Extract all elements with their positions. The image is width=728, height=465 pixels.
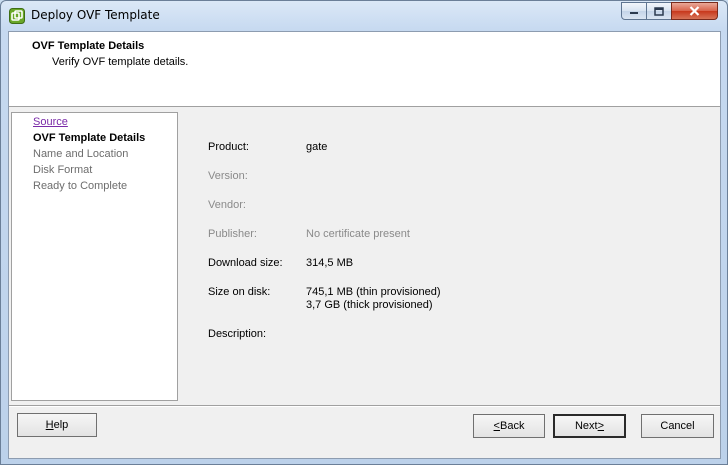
- vsphere-app-icon: [9, 8, 25, 24]
- header-title: OVF Template Details: [32, 40, 145, 52]
- help-button-post: elp: [53, 419, 69, 431]
- version-label: Version:: [208, 170, 248, 182]
- product-value: gate: [306, 141, 328, 153]
- cancel-button[interactable]: Cancel: [641, 414, 714, 438]
- title-bar[interactable]: Deploy OVF Template: [1, 1, 727, 31]
- deploy-ovf-dialog: Deploy OVF Template OVF Template Details…: [0, 0, 728, 465]
- back-button[interactable]: < Back: [473, 414, 545, 438]
- close-icon: [689, 6, 700, 16]
- step-disk-format: Disk Format: [33, 164, 93, 176]
- header-subtitle: Verify OVF template details.: [52, 56, 189, 68]
- help-button-key: H: [45, 419, 54, 431]
- step-name-and-location: Name and Location: [33, 148, 129, 160]
- step-ovf-template-details: OVF Template Details: [33, 132, 146, 144]
- next-button[interactable]: Next >: [553, 414, 626, 438]
- publisher-label: Publisher:: [208, 228, 257, 240]
- download-size-label: Download size:: [208, 257, 283, 269]
- vendor-label: Vendor:: [208, 199, 246, 211]
- step-source-link[interactable]: Source: [33, 116, 68, 128]
- maximize-icon: [654, 6, 664, 16]
- size-on-disk-thin-value: 745,1 MB (thin provisioned): [306, 286, 441, 298]
- footer-divider: [9, 405, 720, 407]
- dialog-body: OVF Template Details Verify OVF template…: [8, 31, 721, 459]
- size-on-disk-thick-value: 3,7 GB (thick provisioned): [306, 299, 433, 311]
- description-label: Description:: [208, 328, 267, 340]
- download-size-value: 314,5 MB: [306, 257, 354, 269]
- next-button-pre: Next: [574, 420, 598, 432]
- details-panel: Product: gate Version: Vendor: Publisher…: [180, 112, 715, 401]
- product-label: Product:: [208, 141, 249, 153]
- size-on-disk-label: Size on disk:: [208, 286, 271, 298]
- help-button[interactable]: Help: [17, 413, 97, 437]
- step-ready-to-complete: Ready to Complete: [33, 180, 128, 192]
- window-title: Deploy OVF Template: [31, 8, 160, 22]
- minimize-icon: [630, 12, 638, 14]
- minimize-button[interactable]: [621, 2, 647, 20]
- close-button[interactable]: [671, 2, 718, 20]
- wizard-header: OVF Template Details Verify OVF template…: [9, 32, 720, 107]
- back-button-post: Back: [499, 420, 525, 432]
- next-button-key: >: [597, 420, 605, 432]
- publisher-value: No certificate present: [306, 228, 410, 240]
- maximize-button[interactable]: [646, 2, 672, 20]
- wizard-steps-panel: Source OVF Template Details Name and Loc…: [11, 112, 178, 401]
